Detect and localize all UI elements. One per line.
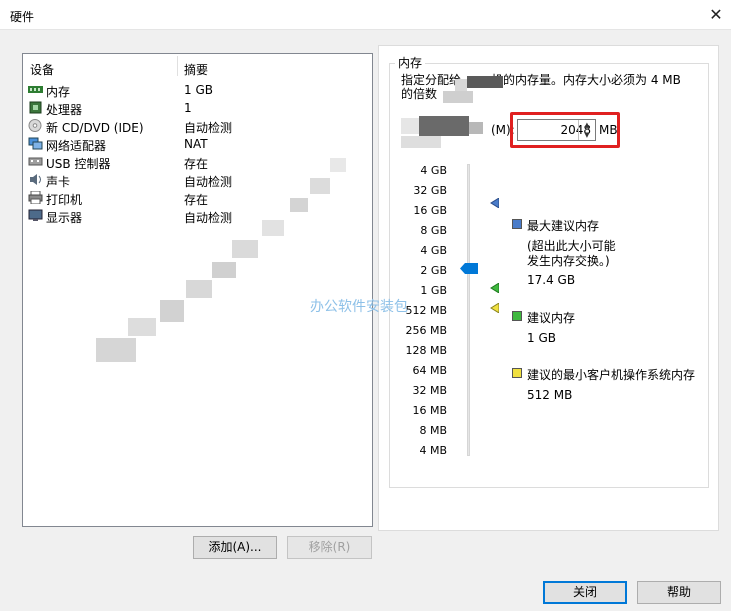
scale-label: 32 GB xyxy=(413,184,447,197)
cd-icon xyxy=(28,119,42,132)
mosaic-block xyxy=(290,198,308,212)
memory-slider-track[interactable] xyxy=(467,164,470,456)
device-row-display[interactable]: 显示器 自动检测 xyxy=(23,207,372,225)
mosaic-block xyxy=(401,118,419,134)
minimum-marker-icon xyxy=(490,303,499,313)
column-header-device[interactable]: 设备 xyxy=(30,61,54,78)
mosaic-block xyxy=(401,136,441,148)
device-row-memory[interactable]: 内存 1 GB xyxy=(23,81,372,99)
remove-device-button[interactable]: 移除(R) xyxy=(287,536,372,559)
device-name: 声卡 xyxy=(46,175,71,189)
max-recommended-title: 最大建议内存 xyxy=(527,219,600,233)
device-row-network[interactable]: 网络适配器 NAT xyxy=(23,135,372,153)
close-button[interactable]: 关闭 xyxy=(543,581,627,604)
mosaic-block xyxy=(186,280,212,298)
cpu-icon xyxy=(29,101,42,114)
memory-desc-part1: 指定分配给 xyxy=(401,73,462,87)
close-icon[interactable]: ✕ xyxy=(701,0,731,30)
device-name: 显示器 xyxy=(46,211,83,225)
device-summary: NAT xyxy=(184,137,208,151)
mosaic-block xyxy=(212,262,236,278)
scale-label: 8 MB xyxy=(419,424,447,437)
device-summary: 1 xyxy=(184,101,192,115)
recommended-legend-icon xyxy=(512,311,522,321)
spin-up-icon[interactable]: ▲ xyxy=(579,120,595,130)
recommended-value: 1 GB xyxy=(527,331,556,345)
memory-unit: MB xyxy=(599,123,618,137)
title-bar: 硬件 ✕ xyxy=(0,0,731,30)
device-name: 新 CD/DVD (IDE) xyxy=(46,121,144,135)
network-icon xyxy=(28,137,43,150)
mosaic-block xyxy=(310,178,330,194)
device-name: 打印机 xyxy=(46,193,83,207)
usb-icon xyxy=(28,157,43,166)
scale-label: 16 MB xyxy=(412,404,447,417)
scale-label: 8 GB xyxy=(420,224,447,237)
device-row-cpu[interactable]: 处理器 1 xyxy=(23,99,372,117)
mosaic-block xyxy=(419,116,469,136)
help-button[interactable]: 帮助 xyxy=(637,581,721,604)
device-summary: 自动检测 xyxy=(184,211,233,225)
mosaic-block xyxy=(160,300,184,322)
printer-icon xyxy=(28,191,43,204)
scale-label: 16 GB xyxy=(413,204,447,217)
device-summary: 1 GB xyxy=(184,83,213,97)
watermark-text: 办公软件安装包 xyxy=(310,299,408,315)
device-summary: 自动检测 xyxy=(184,175,233,189)
mosaic-block xyxy=(455,79,467,91)
window-title: 硬件 xyxy=(10,10,35,24)
device-row-usb[interactable]: USB 控制器 存在 xyxy=(23,153,372,171)
max-legend-icon xyxy=(512,219,522,229)
mosaic-block xyxy=(96,338,136,362)
device-list-header: 设备 摘要 xyxy=(23,54,372,78)
minimum-title: 建议的最小客户机操作系统内存 xyxy=(527,368,696,382)
mosaic-block xyxy=(262,220,284,236)
scale-label: 32 MB xyxy=(412,384,447,397)
device-name: USB 控制器 xyxy=(46,157,111,171)
recommended-title: 建议内存 xyxy=(527,311,576,325)
memory-slider-thumb[interactable] xyxy=(460,263,478,274)
memory-group-title: 内存 xyxy=(395,54,426,71)
device-summary: 存在 xyxy=(184,157,209,171)
max-recommended-value: 17.4 GB xyxy=(527,273,576,287)
recommended-marker-icon xyxy=(490,283,499,293)
minimum-value: 512 MB xyxy=(527,388,573,402)
device-name: 内存 xyxy=(46,85,71,99)
device-name: 处理器 xyxy=(46,103,83,117)
mosaic-block xyxy=(469,122,483,134)
mosaic-block xyxy=(330,158,346,172)
memory-spinner[interactable]: ▲ ▼ xyxy=(578,120,595,140)
mosaic-block xyxy=(232,240,258,258)
spin-down-icon[interactable]: ▼ xyxy=(579,130,595,140)
column-header-summary[interactable]: 摘要 xyxy=(184,61,208,78)
device-summary: 存在 xyxy=(184,193,209,207)
scale-label: 4 GB xyxy=(420,164,447,177)
scale-label: 2 GB xyxy=(420,264,447,277)
column-divider[interactable] xyxy=(177,56,178,76)
scale-label: 128 MB xyxy=(405,344,447,357)
device-summary: 自动检测 xyxy=(184,121,233,135)
mosaic-block xyxy=(467,76,503,88)
scale-label: 256 MB xyxy=(405,324,447,337)
memory-settings-panel: 内存 指定分配给 机的内存量。内存大小必须为 4 MB 的倍数 (M): 2048… xyxy=(378,45,719,531)
mosaic-block xyxy=(443,91,473,103)
scale-label: 4 MB xyxy=(419,444,447,457)
memory-desc-part2: 机的内存量。内存大小必须为 4 MB xyxy=(491,73,681,87)
max-recommended-note: 发生内存交换。) xyxy=(527,254,610,268)
mosaic-block xyxy=(128,318,156,336)
device-row-cd[interactable]: 新 CD/DVD (IDE) 自动检测 xyxy=(23,117,372,135)
sound-icon xyxy=(30,174,41,185)
max-recommended-marker-icon xyxy=(490,198,499,208)
memory-desc-part3: 的倍数 xyxy=(401,87,438,101)
display-icon xyxy=(28,209,43,221)
add-device-button[interactable]: 添加(A)... xyxy=(193,536,277,559)
scale-label: 4 GB xyxy=(420,244,447,257)
scale-label: 64 MB xyxy=(412,364,447,377)
minimum-legend-icon xyxy=(512,368,522,378)
memory-icon xyxy=(28,86,43,93)
device-name: 网络适配器 xyxy=(46,139,107,153)
